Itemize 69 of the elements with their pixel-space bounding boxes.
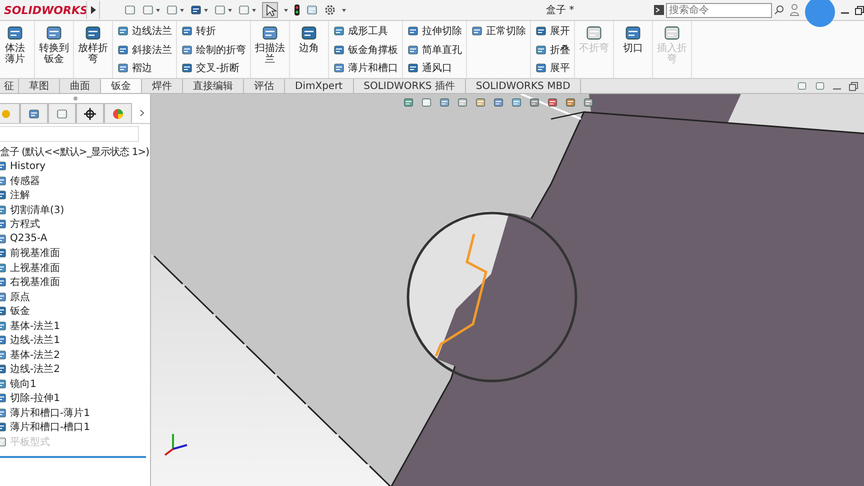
ribbon-button[interactable]: 扫描法兰	[253, 22, 287, 77]
ribbon-button[interactable]: 成形工具	[333, 23, 398, 39]
chevron-right-icon	[140, 109, 144, 117]
caret-icon[interactable]	[180, 8, 184, 12]
tree-item[interactable]: 切除-拉伸1	[0, 391, 150, 406]
ribbon-button[interactable]: 折叠	[535, 42, 570, 58]
ribbon-button[interactable]: 薄片和槽口	[333, 60, 398, 76]
tree-item[interactable]: History	[0, 159, 150, 174]
caret-icon[interactable]	[252, 8, 256, 12]
search-icon[interactable]	[774, 5, 784, 15]
ribbon-button[interactable]: 展开	[535, 23, 570, 39]
ribbon-button[interactable]: 边角	[292, 22, 326, 77]
caret-icon[interactable]	[342, 8, 346, 12]
tree-item[interactable]: 镜向1	[0, 376, 150, 391]
tree-item[interactable]: 薄片和槽口-槽口1	[0, 420, 150, 434]
axis-triad-icon	[163, 431, 189, 457]
caret-icon[interactable]	[156, 8, 160, 12]
tree-item[interactable]: 切割清单(3)	[0, 202, 150, 217]
tree-item[interactable]: 原点	[0, 290, 150, 304]
ribbon-button[interactable]: 简单直孔	[407, 42, 462, 58]
tree-item[interactable]: 右视基准面	[0, 275, 150, 290]
ribbon-button[interactable]: 通风口	[407, 60, 462, 76]
tree-item[interactable]: 边线-法兰1	[0, 333, 150, 348]
ribbon-button[interactable]: 钣金角撑板	[333, 42, 398, 58]
tree-item[interactable]: 盒子 (默认<<默认>_显示状态 1>)	[0, 144, 150, 159]
ribbon-button[interactable]: 交叉-折断	[181, 60, 246, 76]
tree-item[interactable]: 薄片和槽口-薄片1	[0, 406, 150, 420]
app-logo: SOLIDWORKS	[4, 4, 88, 16]
filter-field[interactable]	[0, 126, 139, 142]
document-title: 盒子 *	[544, 4, 574, 17]
restore-icon[interactable]	[855, 6, 864, 14]
tree-item[interactable]: 钣金	[0, 304, 150, 318]
tree-item[interactable]: 边线-法兰2	[0, 362, 150, 376]
ribbon-button[interactable]: 绘制的折弯	[181, 42, 246, 58]
search-field[interactable]: 搜索命令	[666, 2, 772, 18]
settings-icon[interactable]	[324, 4, 336, 16]
ribbon-button[interactable]: 褶边	[117, 60, 172, 76]
tree-item[interactable]: 基体-法兰2	[0, 348, 150, 362]
tree-item[interactable]: 基体-法兰1	[0, 318, 150, 333]
crosshair-icon	[84, 108, 96, 120]
traffic-light-icon[interactable]	[294, 4, 300, 16]
caret-icon[interactable]	[228, 8, 232, 12]
tree-item[interactable]: 传感器	[0, 174, 150, 188]
expand-menu-icon[interactable]	[90, 6, 96, 14]
user-icon[interactable]	[790, 4, 799, 16]
caret-icon[interactable]	[204, 8, 208, 12]
ribbon-button[interactable]: 拉伸切除	[407, 23, 462, 39]
tree-item[interactable]: 前视基准面	[0, 246, 150, 260]
property-manager-tab[interactable]	[20, 103, 48, 123]
command-icon	[654, 5, 664, 15]
tree-item[interactable]: 注解	[0, 188, 150, 202]
ribbon-button[interactable]: 体法薄片	[0, 22, 32, 77]
color-wheel-icon	[112, 108, 124, 120]
splitter-handle-icon[interactable]	[72, 96, 78, 101]
tree-item[interactable]: 上视基准面	[0, 260, 150, 275]
ribbon-button[interactable]: 转换到钣金	[37, 22, 71, 77]
dimxpert-tab[interactable]	[76, 103, 104, 123]
ribbon-button[interactable]: 斜接法兰	[117, 42, 172, 58]
tab[interactable]: 钣金	[101, 79, 142, 93]
caret-icon[interactable]	[284, 8, 288, 12]
ribbon-button[interactable]: 切口	[616, 22, 650, 77]
ribbon-button[interactable]: 正常切除	[471, 23, 526, 39]
avatar[interactable]	[805, 0, 835, 27]
ribbon-button[interactable]: 放样折弯	[76, 22, 110, 77]
ribbon-button[interactable]: 展平	[535, 60, 570, 76]
ribbon-button[interactable]: 边线法兰	[117, 23, 172, 39]
ribbon-button[interactable]: 转折	[181, 23, 246, 39]
tree-item[interactable]: 方程式	[0, 217, 150, 232]
tree-item[interactable]: Q235-A	[0, 232, 150, 246]
